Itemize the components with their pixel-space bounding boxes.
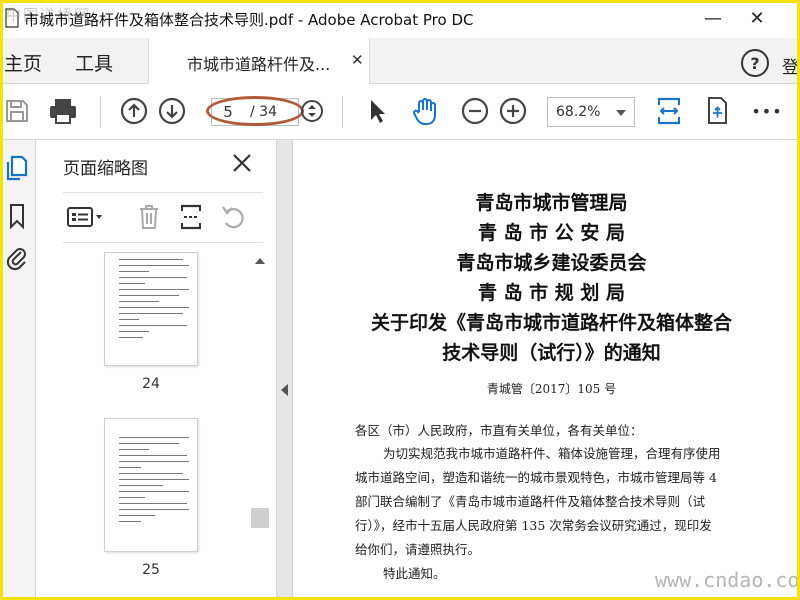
issuer-line: 青岛市城乡建设委员会 — [456, 252, 647, 274]
toolbar: / 34 68.2% ••• — [0, 84, 800, 140]
fit-width-icon[interactable] — [652, 94, 686, 128]
page-number-field: / 34 — [211, 98, 299, 126]
toolbar-divider — [100, 96, 101, 128]
document-number: 青城管〔2017〕105 号 — [486, 382, 617, 396]
page-stepper-icon[interactable] — [295, 94, 329, 128]
page-thumbnail[interactable] — [104, 418, 198, 552]
zoom-out-icon[interactable] — [458, 94, 492, 128]
minimize-button[interactable]: — — [700, 6, 726, 30]
body-line: 为切实规范我市城市道路杆件、箱体设施管理，合理有序使用 — [383, 446, 721, 461]
total-pages: / 34 — [250, 104, 277, 120]
thumbnail-options-icon[interactable] — [64, 200, 108, 234]
tab-document[interactable]: 市城市道路杆件及... ✕ — [148, 38, 370, 84]
body-line: 给你们，请遵照执行。 — [355, 542, 481, 557]
rotate-view-icon[interactable] — [700, 94, 734, 128]
chevron-down-icon — [616, 110, 626, 116]
thumbnail-label: 25 — [142, 562, 160, 578]
panel-title: 页面缩略图 — [63, 159, 148, 179]
issuer-line: 青岛市城市管理局 — [475, 192, 628, 214]
zoom-select[interactable]: 68.2% — [547, 97, 635, 127]
body-line: 行）》，经市十五届人民政府第 135 次常务会议研究通过，现印发 — [355, 518, 712, 533]
toolbar-divider — [342, 96, 343, 128]
notice-title: 技术导则（试行）》的通知 — [442, 342, 661, 364]
previous-page-icon[interactable] — [117, 94, 151, 128]
notice-title: 关于印发《青岛市城市道路杆件及箱体整合 — [370, 312, 732, 334]
current-page-input[interactable] — [214, 102, 242, 122]
more-tools-icon[interactable]: ••• — [750, 94, 784, 128]
delete-page-icon[interactable] — [132, 200, 166, 234]
navigation-strip — [0, 140, 36, 600]
hand-tool-icon[interactable] — [408, 94, 442, 128]
issuer-line: 青 岛 市 规 划 局 — [477, 282, 626, 304]
thumbnail-panel: 页面缩略图 24 25 — [36, 140, 277, 600]
close-tab-button[interactable]: ✕ — [351, 51, 364, 69]
zoom-in-icon[interactable] — [496, 94, 530, 128]
tab-bar: 主页 工具 市城市道路杆件及... ✕ — [0, 38, 800, 84]
attachment-icon[interactable] — [3, 244, 31, 272]
page-thumbnails-icon[interactable] — [3, 154, 31, 182]
zoom-value: 68.2% — [556, 104, 601, 120]
tab-home[interactable]: 主页 — [4, 49, 42, 76]
scroll-up-icon[interactable] — [255, 258, 265, 264]
close-window-button[interactable]: ✕ — [744, 6, 770, 30]
extract-page-icon[interactable] — [174, 200, 208, 234]
save-icon[interactable] — [0, 94, 34, 128]
panel-divider — [63, 242, 263, 243]
rotate-page-icon[interactable] — [216, 200, 250, 234]
tab-tools[interactable]: 工具 — [75, 49, 113, 76]
document-view[interactable]: 青岛市城市管理局 青 岛 市 公 安 局 青岛市城乡建设委员会 青 岛 市 规 … — [293, 140, 800, 600]
body-line: 部门联合编制了《青岛市城市道路杆件及箱体整合技术导则（试 — [355, 494, 706, 509]
thumbnail-scrollbar[interactable] — [250, 252, 270, 598]
panel-splitter[interactable] — [277, 140, 293, 600]
document-tab-label: 市城市道路杆件及... — [187, 55, 331, 74]
page-thumbnail[interactable] — [104, 252, 198, 366]
title-bar: 中国道桥网 市城市道路杆件及箱体整合技术导则.pdf - Adobe Acrob… — [0, 0, 800, 38]
next-page-icon[interactable] — [155, 94, 189, 128]
collapse-panel-icon[interactable] — [281, 384, 288, 396]
help-icon[interactable]: ? — [741, 49, 769, 77]
scrollbar-thumb[interactable] — [251, 508, 269, 528]
select-cursor-icon[interactable] — [360, 94, 394, 128]
watermark-bottom: www.cndao.com — [655, 568, 800, 592]
panel-divider — [63, 192, 263, 193]
body-line: 城市道路空间，塑造和谐统一的城市景观特色，市城市管理局等 4 — [355, 470, 717, 485]
issuer-line: 青 岛 市 公 安 局 — [477, 222, 626, 244]
close-panel-icon[interactable] — [231, 152, 253, 174]
salutation: 各区（市）人民政府，市直有关单位，各有关单位： — [355, 423, 643, 438]
scrollbar-edge — [797, 49, 798, 75]
window-title: 市城市道路杆件及箱体整合技术导则.pdf - Adobe Acrobat Pro… — [24, 11, 474, 29]
thumbnail-label: 24 — [142, 376, 160, 392]
print-icon[interactable] — [46, 94, 80, 128]
bookmark-icon[interactable] — [3, 202, 31, 230]
